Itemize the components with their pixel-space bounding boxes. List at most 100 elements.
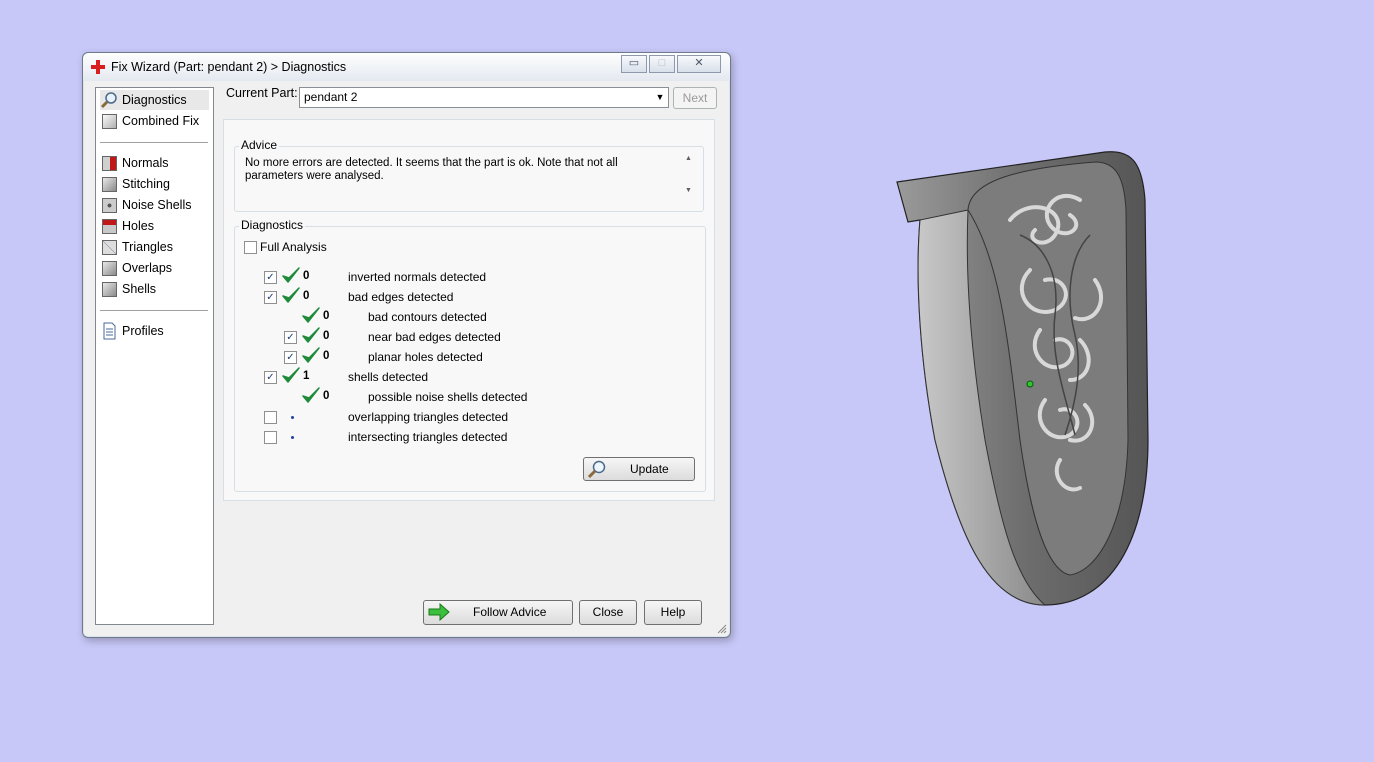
sidebar-item-combined-fix[interactable]: Combined Fix bbox=[100, 111, 209, 131]
advice-title: Advice bbox=[239, 138, 280, 152]
follow-advice-button[interactable]: Follow Advice bbox=[423, 600, 573, 625]
sidebar-item-holes[interactable]: Holes bbox=[100, 216, 209, 236]
red-cross-icon bbox=[91, 60, 105, 74]
diagnostic-count: 0 bbox=[303, 270, 310, 282]
arrow-right-icon bbox=[428, 603, 450, 621]
maximize-button[interactable]: □ bbox=[649, 55, 675, 73]
cube-icon bbox=[100, 196, 118, 214]
scroll-up-icon[interactable]: ▲ bbox=[685, 155, 692, 162]
sidebar-item-label: Stitching bbox=[122, 177, 170, 191]
diagnostic-checkbox[interactable]: ✓ bbox=[284, 351, 297, 364]
sidebar-item-label: Holes bbox=[122, 219, 154, 233]
close-button[interactable]: Close bbox=[579, 600, 637, 625]
magnifier-icon bbox=[587, 460, 606, 479]
diagnostic-label: bad contours detected bbox=[368, 310, 487, 324]
title-bar[interactable]: Fix Wizard (Part: pendant 2) > Diagnosti… bbox=[83, 53, 730, 81]
update-label: Update bbox=[630, 462, 669, 476]
minimize-icon: ▭ bbox=[628, 57, 640, 69]
sidebar-item-diagnostics[interactable]: Diagnostics bbox=[100, 90, 209, 110]
green-checkmark-icon bbox=[302, 387, 320, 403]
cube-icon bbox=[100, 217, 118, 235]
diagnostic-label: inverted normals detected bbox=[348, 270, 487, 284]
diagnostic-checkbox[interactable]: ✓ bbox=[264, 291, 277, 304]
main-panel: Advice No more errors are detected. It s… bbox=[223, 119, 715, 501]
current-part-label: Current Part: bbox=[226, 86, 298, 100]
diagnostic-label: shells detected bbox=[348, 370, 429, 384]
diagnostic-label: bad edges detected bbox=[348, 290, 454, 304]
diagnostic-count: 0 bbox=[303, 290, 310, 302]
current-part-select[interactable]: pendant 2 ▼ bbox=[299, 87, 669, 108]
sidebar-item-label: Noise Shells bbox=[122, 198, 192, 212]
diagnostic-label: overlapping triangles detected bbox=[348, 410, 509, 424]
magnifier-icon bbox=[100, 92, 117, 109]
sidebar-item-triangles[interactable]: Triangles bbox=[100, 237, 209, 257]
diagnostic-checkbox[interactable]: ✓ bbox=[264, 371, 277, 384]
sidebar-item-overlaps[interactable]: Overlaps bbox=[100, 258, 209, 278]
update-button[interactable]: Update bbox=[583, 457, 695, 481]
resize-grip-icon[interactable] bbox=[717, 624, 727, 634]
follow-advice-label: Follow Advice bbox=[473, 605, 547, 619]
diagnostic-count: 0 bbox=[323, 330, 330, 342]
green-checkmark-icon bbox=[282, 367, 300, 383]
diagnostics-group: Diagnostics Full Analysis ✓ 0 inverted nor… bbox=[234, 218, 706, 492]
fix-wizard-window: Fix Wizard (Part: pendant 2) > Diagnosti… bbox=[82, 52, 731, 638]
document-icon bbox=[103, 322, 116, 340]
minimize-button[interactable]: ▭ bbox=[621, 55, 647, 73]
cube-icon bbox=[100, 280, 118, 298]
help-button[interactable]: Help bbox=[644, 600, 702, 625]
full-analysis-label: Full Analysis bbox=[260, 240, 327, 254]
sidebar-divider bbox=[100, 310, 208, 311]
close-icon: ✕ bbox=[694, 57, 704, 69]
sidebar-item-noise-shells[interactable]: Noise Shells bbox=[100, 195, 209, 215]
maximize-icon: □ bbox=[658, 57, 666, 69]
pending-dot-icon bbox=[291, 416, 294, 419]
sidebar-divider bbox=[100, 142, 208, 143]
sidebar-item-stitching[interactable]: Stitching bbox=[100, 174, 209, 194]
diagnostic-label: planar holes detected bbox=[368, 350, 483, 364]
cube-icon bbox=[100, 175, 118, 193]
advice-group: Advice No more errors are detected. It s… bbox=[234, 138, 704, 212]
sidebar-item-label: Normals bbox=[122, 156, 169, 170]
diagnostic-checkbox[interactable] bbox=[264, 431, 277, 444]
diagnostic-checkbox[interactable]: ✓ bbox=[264, 271, 277, 284]
sidebar-item-profiles[interactable]: Profiles bbox=[100, 321, 209, 341]
diagnostics-title: Diagnostics bbox=[239, 218, 306, 232]
scroll-down-icon[interactable]: ▼ bbox=[685, 187, 692, 194]
cube-icon bbox=[100, 112, 118, 130]
green-checkmark-icon bbox=[302, 327, 320, 343]
sidebar-item-label: Overlaps bbox=[122, 261, 173, 275]
diagnostic-count: 1 bbox=[303, 370, 310, 382]
sidebar-item-label: Diagnostics bbox=[122, 93, 187, 107]
sidebar: Diagnostics Combined Fix Normals Stitchi… bbox=[95, 87, 214, 625]
cube-icon bbox=[100, 259, 118, 277]
diagnostic-label: intersecting triangles detected bbox=[348, 430, 508, 444]
pending-dot-icon bbox=[291, 436, 294, 439]
diagnostic-count: 0 bbox=[323, 310, 330, 322]
diagnostic-checkbox[interactable]: ✓ bbox=[284, 331, 297, 344]
green-checkmark-icon bbox=[282, 287, 300, 303]
current-part-value: pendant 2 bbox=[304, 90, 358, 104]
pendant-3d-model[interactable] bbox=[880, 140, 1160, 620]
diagnostic-label: near bad edges detected bbox=[368, 330, 501, 344]
sidebar-item-label: Triangles bbox=[122, 240, 173, 254]
diagnostic-count: 0 bbox=[323, 350, 330, 362]
next-button[interactable]: Next bbox=[673, 87, 717, 109]
full-analysis-checkbox[interactable] bbox=[244, 241, 257, 254]
sidebar-item-normals[interactable]: Normals bbox=[100, 153, 209, 173]
green-checkmark-icon bbox=[282, 267, 300, 283]
close-window-button[interactable]: ✕ bbox=[677, 55, 721, 73]
advice-text: No more errors are detected. It seems th… bbox=[245, 157, 618, 182]
cube-icon bbox=[100, 238, 118, 256]
sidebar-item-shells[interactable]: Shells bbox=[100, 279, 209, 299]
diagnostic-checkbox[interactable] bbox=[264, 411, 277, 424]
chevron-down-icon: ▼ bbox=[655, 92, 665, 102]
diagnostic-label: possible noise shells detected bbox=[368, 390, 528, 404]
green-checkmark-icon bbox=[302, 347, 320, 363]
cube-icon bbox=[100, 154, 118, 172]
green-checkmark-icon bbox=[302, 307, 320, 323]
window-title: Fix Wizard (Part: pendant 2) > Diagnosti… bbox=[111, 60, 347, 74]
sidebar-item-label: Combined Fix bbox=[122, 114, 200, 128]
sidebar-item-label: Shells bbox=[122, 282, 157, 296]
diagnostic-count: 0 bbox=[323, 390, 330, 402]
sidebar-item-label: Profiles bbox=[122, 324, 164, 338]
